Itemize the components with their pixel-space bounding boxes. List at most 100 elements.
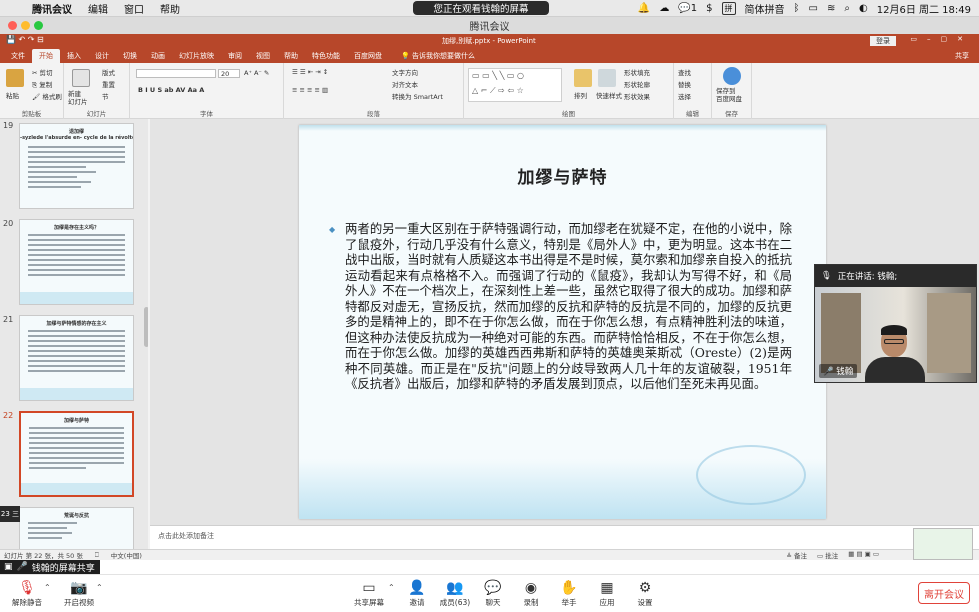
copy-button[interactable]: ⎘ 复制 xyxy=(32,79,52,90)
cloud-icon[interactable]: ☁ xyxy=(659,3,669,14)
ime-label[interactable]: 简体拼音 xyxy=(745,1,785,16)
maximize-window-icon[interactable] xyxy=(34,21,43,30)
chevron-up-icon[interactable]: ⌃ xyxy=(44,583,51,592)
align-buttons-icon[interactable]: ≡ ≡ ≡ ≡ ▥ xyxy=(292,86,328,94)
window-controls-icon[interactable]: ▭–▢✕ xyxy=(910,35,973,43)
tab-features[interactable]: 特色功能 xyxy=(305,49,347,63)
editing-label: 编辑 xyxy=(686,110,699,118)
slide-thumbnail[interactable]: 加缪是存在主义吗？ xyxy=(19,219,134,305)
control-center-icon[interactable]: ◐ xyxy=(859,3,868,14)
tell-me-search[interactable]: 💡 告诉我你想要做什么 xyxy=(397,49,479,63)
new-slide-button[interactable]: 新建 幻灯片 xyxy=(68,90,88,106)
battery-icon[interactable]: ▭ xyxy=(809,3,818,14)
reset-button[interactable]: 重置 xyxy=(102,79,115,89)
slide-thumbnail[interactable]: 荒诞与反抗 xyxy=(19,507,134,549)
search-icon[interactable]: ⌕ xyxy=(844,3,850,14)
ppt-file-title: 加缪,别赋.pptx - PowerPoint xyxy=(442,37,536,45)
text-direction-button[interactable]: 文字方向 xyxy=(392,67,418,77)
quick-access-icon[interactable]: 💾 ↶ ↷ ⊟ xyxy=(6,35,44,44)
record-label: 录制 xyxy=(523,598,539,607)
bell-icon[interactable]: 🔔 xyxy=(638,3,650,14)
font-grow-icon[interactable]: A⁺ A⁻ ✎ xyxy=(244,69,269,77)
tab-baidu[interactable]: 百度网盘 xyxy=(347,49,389,63)
leave-meeting-button[interactable]: 离开会议 xyxy=(918,582,970,604)
paste-button[interactable]: 粘贴 xyxy=(6,90,19,100)
new-slide-icon[interactable] xyxy=(72,69,90,87)
slide-title[interactable]: 加缪与萨特 xyxy=(299,163,826,188)
share-screen-button[interactable]: ▭ 共享屏幕 xyxy=(344,579,394,608)
list-buttons-icon[interactable]: ☰ ☰ ⇤ ⇥ ↕ xyxy=(292,68,328,76)
speaker-video-panel[interactable]: 🎙 正在讲话: 钱翰; 🎤 钱翰 xyxy=(814,264,977,383)
replace-button[interactable]: 替换 xyxy=(678,79,691,89)
wechat-icon[interactable]: 💬1 xyxy=(678,3,697,14)
tab-home[interactable]: 开始 xyxy=(32,49,60,63)
wifi-icon[interactable]: ≋ xyxy=(827,3,835,14)
slide-thumbnail[interactable]: 加缪与萨特情感的存在主义 xyxy=(19,315,134,401)
clock[interactable]: 12月6日 周二 18:49 xyxy=(877,1,971,16)
paragraph-label: 段落 xyxy=(367,110,380,118)
share-notice-label: 您正在观看钱翰的屏幕 xyxy=(433,4,529,15)
settings-button[interactable]: ⚙ 设置 xyxy=(620,579,670,608)
comments-toggle[interactable]: ▭ 批注 xyxy=(817,550,838,560)
slide-body-text[interactable]: 两者的另一重大区别在于萨特强调行动，而加缪老在犹疑不定，在他的小说中，除了鼠疫外… xyxy=(345,221,792,392)
save-baidu-button[interactable]: 保存到 百度网盘 xyxy=(716,87,742,103)
bluetooth-icon[interactable]: ᛒ xyxy=(794,3,800,14)
language[interactable]: 中文(中国) xyxy=(111,550,142,560)
shape-fill-button[interactable]: 形状填充 xyxy=(624,67,650,77)
section-button[interactable]: 节 xyxy=(102,91,109,101)
arrange-icon[interactable] xyxy=(574,69,592,87)
tab-view[interactable]: 视图 xyxy=(249,49,277,63)
font-size-input[interactable]: 20 xyxy=(218,69,240,78)
format-painter-button[interactable]: 🖌 格式刷 xyxy=(32,91,62,101)
screen-share-banner[interactable]: ▣ 🎤 钱翰的屏幕共享 xyxy=(0,560,100,574)
speaker-name: 钱翰 xyxy=(836,367,854,377)
ppt-share-button[interactable]: 共享 xyxy=(945,49,979,63)
speaker-video: 🎤 钱翰 xyxy=(815,287,976,382)
tab-file[interactable]: 文件 xyxy=(4,49,32,63)
tab-insert[interactable]: 插入 xyxy=(60,49,88,63)
notes-toggle[interactable]: ≜ 备注 xyxy=(787,550,808,560)
ime-icon[interactable]: 拼 xyxy=(721,2,736,15)
quick-styles-icon[interactable] xyxy=(598,69,616,87)
shape-effects-button[interactable]: 形状效果 xyxy=(624,91,650,101)
menu-app-name[interactable]: 腾讯会议 xyxy=(24,1,80,16)
tab-review[interactable]: 审阅 xyxy=(221,49,249,63)
smartart-button[interactable]: 转换为 SmartArt xyxy=(392,91,443,101)
notes-pane[interactable]: 点击此处添加备注 xyxy=(150,525,979,549)
shapes-gallery[interactable]: ▭ ▭ ╲ ╲ ▭ ○ △ ⌐ ⟋ ⇨ ⇦ ☆ xyxy=(468,68,562,102)
font-name-input[interactable] xyxy=(136,69,216,78)
thumbnail-scrollbar[interactable] xyxy=(144,307,148,347)
menu-help[interactable]: 帮助 xyxy=(152,1,188,16)
login-button[interactable]: 登录 xyxy=(870,36,896,46)
slide-thumbnail-active[interactable]: 加缪与萨特 xyxy=(19,411,134,497)
menu-window[interactable]: 窗口 xyxy=(116,1,152,16)
baidu-cloud-icon[interactable] xyxy=(723,67,741,85)
tab-slideshow[interactable]: 幻灯片放映 xyxy=(172,49,221,63)
dollar-icon[interactable]: $ xyxy=(706,3,712,14)
tab-design[interactable]: 设计 xyxy=(88,49,116,63)
tab-help[interactable]: 帮助 xyxy=(277,49,305,63)
align-text-button[interactable]: 对齐文本 xyxy=(392,79,418,89)
chevron-up-icon[interactable]: ⌃ xyxy=(96,583,103,592)
minimize-window-icon[interactable] xyxy=(21,21,30,30)
select-button[interactable]: 选择 xyxy=(678,91,691,101)
cut-button[interactable]: ✂ 剪切 xyxy=(32,67,53,77)
find-button[interactable]: 查找 xyxy=(678,67,691,77)
font-style-buttons[interactable]: B I U S ab AV Aa A xyxy=(138,86,204,94)
slides-group: 新建 幻灯片 版式 重置 节 幻灯片 xyxy=(64,63,130,119)
tab-animations[interactable]: 动画 xyxy=(144,49,172,63)
slide-thumbnail[interactable]: 退加缪 -syzlede l'absurde en- cycle de la r… xyxy=(19,123,134,209)
quick-styles-button[interactable]: 快速样式 xyxy=(596,90,622,100)
close-window-icon[interactable] xyxy=(8,21,17,30)
screen-share-notice[interactable]: 您正在观看钱翰的屏幕 xyxy=(413,1,549,15)
tab-transitions[interactable]: 切换 xyxy=(116,49,144,63)
shape-outline-button[interactable]: 形状轮廓 xyxy=(624,79,650,89)
layout-button[interactable]: 版式 xyxy=(102,67,115,77)
side-toggle-button[interactable]: 23 三 xyxy=(0,506,20,522)
current-slide[interactable]: 加缪与萨特 ◆ 两者的另一重大区别在于萨特强调行动，而加缪老在犹疑不定，在他的小… xyxy=(299,125,826,519)
paste-icon[interactable] xyxy=(6,69,24,87)
menu-edit[interactable]: 编辑 xyxy=(80,1,116,16)
spellcheck-icon[interactable]: ⎕ xyxy=(95,551,99,560)
arrange-button[interactable]: 排列 xyxy=(574,90,587,100)
view-buttons-icon[interactable]: ▦ ▤ ▣ ▭ xyxy=(848,550,879,560)
